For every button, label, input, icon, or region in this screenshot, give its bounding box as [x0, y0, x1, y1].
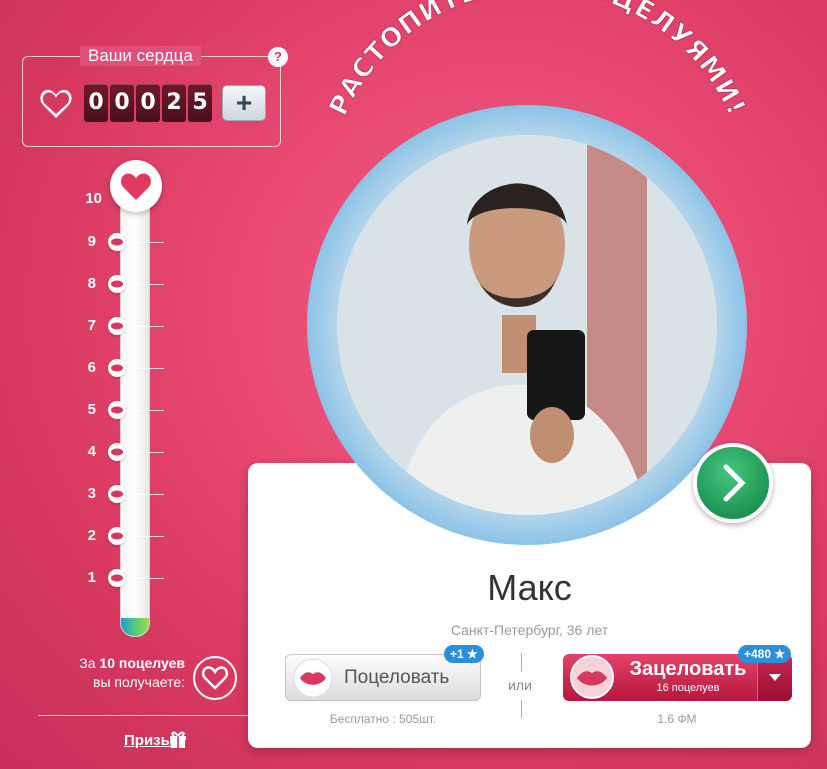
divider — [521, 653, 522, 671]
kiss-badge: +1 ★ — [444, 645, 484, 663]
mass-badge-text: +480 — [744, 647, 772, 661]
kiss-button-label: Поцеловать — [344, 667, 450, 688]
mass-kiss-sublabel: 16 поцелуев — [656, 682, 720, 694]
star-icon: ★ — [774, 647, 786, 661]
next-profile-button[interactable] — [693, 443, 773, 523]
free-kisses-text: Бесплатно : 505шт. — [329, 712, 437, 726]
chevron-right-icon — [723, 464, 746, 502]
mass-kiss-badge: +480 ★ — [738, 645, 792, 663]
mass-kiss-label: Зацеловать — [629, 658, 747, 680]
or-text: или — [508, 677, 532, 693]
svg-text:РАСТОПИТЕ ЛЁД ПОЦЕЛУЯМИ!: РАСТОПИТЕ ЛЁД ПОЦЕЛУЯМИ! — [324, 0, 752, 120]
lips-icon — [293, 658, 333, 698]
divider — [521, 700, 522, 718]
headline-text: РАСТОПИТЕ ЛЁД ПОЦЕЛУЯМИ! — [323, 0, 751, 121]
star-icon: ★ — [467, 647, 478, 661]
profile-name: Макс — [487, 567, 572, 608]
kiss-badge-text: +1 — [450, 647, 464, 661]
profile-location: Санкт-Петербург, 36 лет — [450, 622, 609, 638]
lips-icon — [570, 655, 614, 699]
mass-kiss-cost: 1.6 ФМ — [657, 712, 697, 726]
